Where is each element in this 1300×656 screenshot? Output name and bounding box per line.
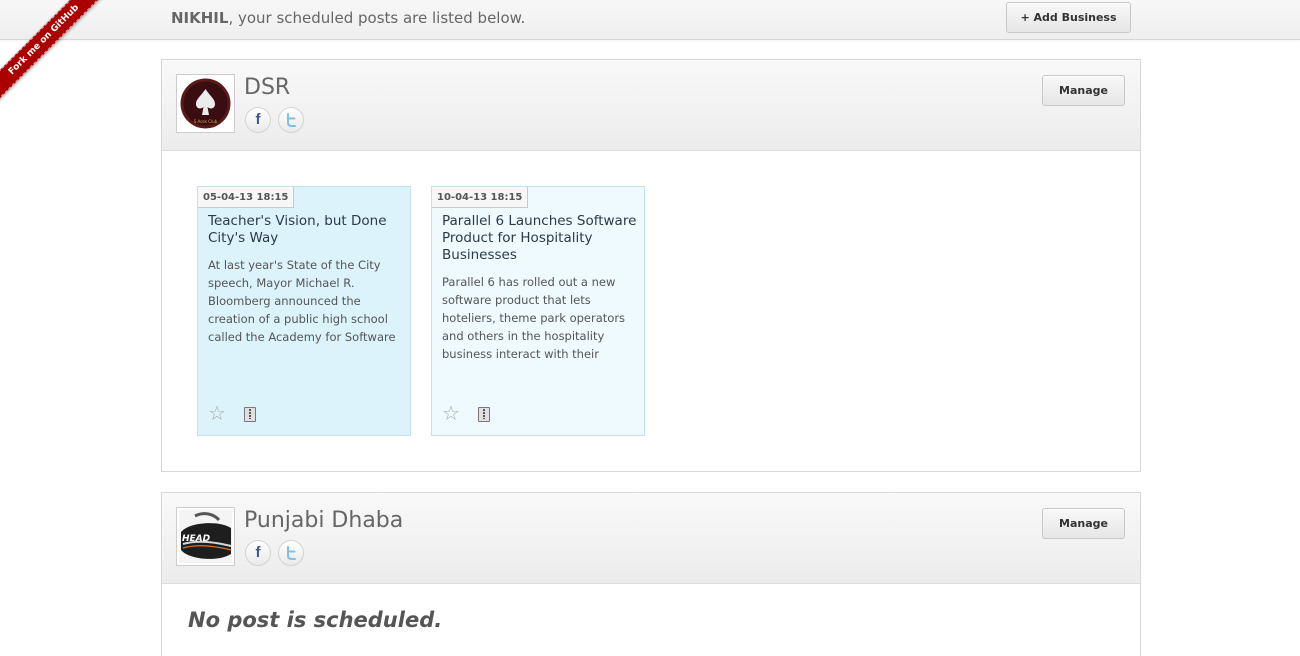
- business-name: DSR: [244, 75, 291, 100]
- post-date: 05-04-13 18:15: [198, 187, 295, 208]
- post-excerpt: Parallel 6 has rolled out a new software…: [442, 275, 626, 361]
- top-bar: NIKHIL, your scheduled posts are listed …: [0, 0, 1300, 40]
- twitter-icon[interactable]: [278, 540, 304, 566]
- dsr-logo-image: S Aces Club: [179, 77, 232, 130]
- business-header: HEAD Punjabi Dhaba f Manage: [162, 493, 1140, 584]
- business-logo: S Aces Club: [176, 74, 235, 133]
- post-card[interactable]: 05-04-13 18:15 Teacher's Vision, but Don…: [197, 186, 411, 436]
- fork-me-ribbon[interactable]: Fork me on GitHub: [0, 0, 108, 104]
- user-name: NIKHIL: [171, 9, 229, 27]
- post-card[interactable]: 10-04-13 18:15 Parallel 6 Launches Softw…: [431, 186, 645, 436]
- logo-caption: S Aces Club: [194, 119, 218, 124]
- add-business-button[interactable]: + Add Business: [1006, 2, 1131, 33]
- business-panel: S Aces Club DSR f Manage 05-04-13 18:15 …: [161, 59, 1141, 472]
- welcome-text: , your scheduled posts are listed below.: [228, 9, 526, 27]
- post-date: 10-04-13 18:15: [432, 187, 529, 208]
- welcome-message: NIKHIL, your scheduled posts are listed …: [171, 9, 525, 27]
- post-title[interactable]: Parallel 6 Launches Software Product for…: [442, 213, 638, 264]
- business-header: S Aces Club DSR f Manage: [162, 60, 1140, 151]
- racket-bag-logo-image: HEAD: [179, 510, 232, 563]
- star-icon[interactable]: ☆: [208, 403, 226, 423]
- business-panel: HEAD Punjabi Dhaba f Manage No post is s…: [161, 492, 1141, 656]
- manage-button[interactable]: Manage: [1042, 508, 1125, 539]
- manage-button[interactable]: Manage: [1042, 75, 1125, 106]
- empty-state-message: No post is scheduled.: [188, 608, 443, 632]
- facebook-icon[interactable]: f: [245, 540, 271, 566]
- archive-icon[interactable]: [244, 407, 256, 422]
- post-title[interactable]: Teacher's Vision, but Done City's Way: [208, 213, 404, 247]
- twitter-icon[interactable]: [278, 107, 304, 133]
- business-name: Punjabi Dhaba: [244, 508, 404, 533]
- star-icon[interactable]: ☆: [442, 403, 460, 423]
- business-logo: HEAD: [176, 507, 235, 566]
- post-excerpt: At last year's State of the City speech,…: [208, 258, 396, 344]
- facebook-icon[interactable]: f: [245, 107, 271, 133]
- logo-caption: HEAD: [182, 534, 211, 544]
- archive-icon[interactable]: [478, 407, 490, 422]
- github-ribbon-container: Fork me on GitHub: [0, 0, 110, 110]
